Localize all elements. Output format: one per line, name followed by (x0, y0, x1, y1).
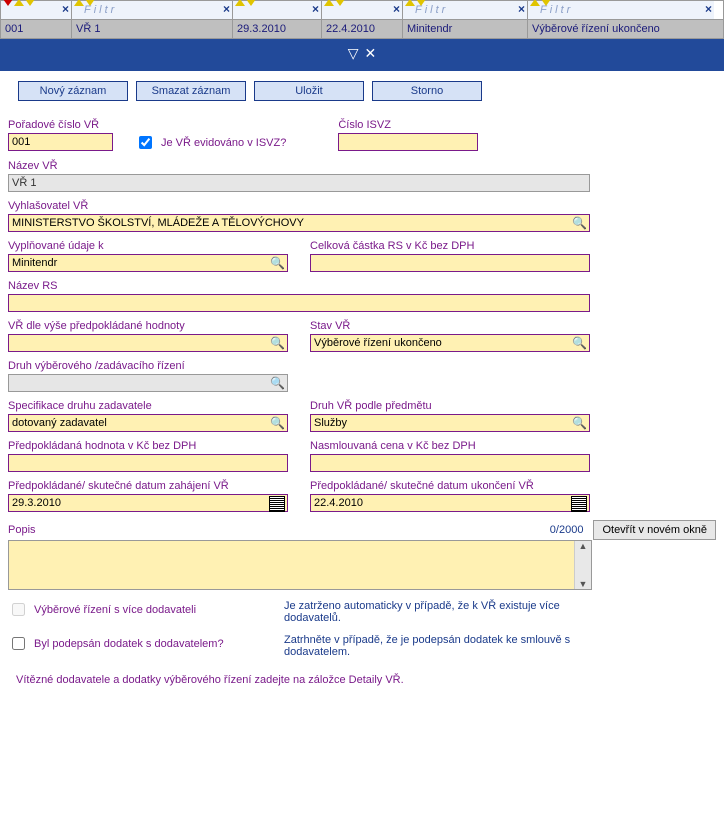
filter-col-1[interactable]: Filtr × (72, 1, 233, 19)
datum-zahajeni-label: Předpokládané/ skutečné datum zahájení V… (8, 480, 288, 492)
vice-dodavatelu-note: Je zatrženo automaticky v případě, že k … (284, 600, 584, 624)
lookup-icon[interactable]: 🔍 (572, 336, 587, 350)
stav-input[interactable]: Výběrové řízení ukončeno 🔍 (310, 334, 590, 352)
sort-icons[interactable] (235, 0, 257, 6)
cancel-button[interactable]: Storno (372, 81, 482, 101)
celkova-label: Celková částka RS v Kč bez DPH (310, 240, 590, 252)
spec-label: Specifikace druhu zadavatele (8, 400, 288, 412)
cell-udaje: Minitendr (403, 20, 528, 38)
vr-hodnoty-label: VŘ dle výše předpokládané hodnoty (8, 320, 288, 332)
sort-icons[interactable] (530, 0, 552, 6)
cell-stav: Výběrové řízení ukončeno (528, 20, 714, 38)
new-button[interactable]: Nový záznam (18, 81, 128, 101)
delete-button[interactable]: Smazat záznam (136, 81, 246, 101)
clear-filter-icon[interactable]: × (223, 2, 230, 16)
footer-note: Vítězné dodavatele a dodatky výběrového … (16, 674, 716, 686)
grid-footer-bar: ▽ ✕ (0, 39, 724, 71)
dodatek-note: Zatrhněte v případě, že je podepsán doda… (284, 634, 584, 658)
dodatek-checkbox[interactable] (12, 637, 25, 650)
sort-icons[interactable] (74, 0, 96, 6)
dodatek-label: Byl podepsán dodatek s dodavatelem? (34, 638, 224, 650)
popis-open-button[interactable]: Otevřít v novém okně (593, 520, 716, 540)
nazev-vr-label: Název VŘ (8, 160, 590, 172)
scroll-down-icon[interactable]: ▼ (579, 579, 588, 589)
druh-predmet-label: Druh VŘ podle předmětu (310, 400, 590, 412)
clear-filter-icon[interactable]: × (393, 2, 400, 16)
druh-rizeni-input: 🔍 (8, 374, 288, 392)
scroll-up-icon[interactable]: ▲ (579, 541, 588, 551)
nazev-vr-input: VŘ 1 (8, 174, 590, 192)
predpokladana-input[interactable] (8, 454, 288, 472)
save-button[interactable]: Uložit (254, 81, 364, 101)
scrollbar[interactable]: ▲▼ (574, 541, 591, 589)
lookup-icon[interactable]: 🔍 (270, 376, 285, 390)
spec-input[interactable]: dotovaný zadavatel 🔍 (8, 414, 288, 432)
vyhlasovatel-label: Vyhlašovatel VŘ (8, 200, 590, 212)
vyhlasovatel-input[interactable]: MINISTERSTVO ŠKOLSTVÍ, MLÁDEŽE A TĚLOVÝC… (8, 214, 590, 232)
udaje-input[interactable]: Minitendr 🔍 (8, 254, 288, 272)
predpokladana-label: Předpokládaná hodnota v Kč bez DPH (8, 440, 288, 452)
cell-ukonceni: 22.4.2010 (322, 20, 403, 38)
poradove-input[interactable]: 001 (8, 133, 113, 151)
lookup-icon[interactable]: 🔍 (572, 216, 587, 230)
sort-icons[interactable] (405, 0, 427, 6)
datum-ukonceni-label: Předpokládané/ skutečné datum ukončení V… (310, 480, 590, 492)
stav-label: Stav VŘ (310, 320, 590, 332)
funnel-icon[interactable]: ▽ (348, 45, 359, 62)
nazev-rs-input[interactable] (8, 294, 590, 312)
filter-col-0[interactable]: × (1, 1, 72, 19)
nasmlouvana-input[interactable] (310, 454, 590, 472)
toolbar: Nový záznam Smazat záznam Uložit Storno (18, 81, 724, 101)
lookup-icon[interactable]: 🔍 (270, 416, 285, 430)
filter-col-4[interactable]: Filtr × (403, 1, 528, 19)
clear-filter-icon[interactable]: × (62, 2, 69, 16)
filter-col-5[interactable]: Filtr × (528, 1, 714, 19)
isvz-check-label: Je VŘ evidováno v ISVZ? (161, 137, 286, 149)
clear-icon[interactable]: ✕ (365, 45, 377, 62)
cislo-isvz-input[interactable] (338, 133, 478, 151)
popis-counter: 0/2000 (550, 524, 584, 536)
lookup-icon[interactable]: 🔍 (572, 416, 587, 430)
calendar-icon[interactable] (571, 496, 587, 512)
clear-filter-icon[interactable]: × (312, 2, 319, 16)
filter-col-3[interactable]: × (322, 1, 403, 19)
cell-nazev: VŘ 1 (72, 20, 233, 38)
calendar-icon[interactable] (269, 496, 285, 512)
filter-col-2[interactable]: × (233, 1, 322, 19)
grid-data-row[interactable]: 001 VŘ 1 29.3.2010 22.4.2010 Minitendr V… (0, 20, 724, 39)
clear-filter-icon[interactable]: × (705, 2, 712, 16)
isvz-checkbox[interactable] (139, 136, 152, 149)
popis-label: Popis (8, 524, 36, 536)
celkova-input[interactable] (310, 254, 590, 272)
nazev-rs-label: Název RS (8, 280, 590, 292)
clear-filter-icon[interactable]: × (518, 2, 525, 16)
poradove-label: Pořadové číslo VŘ (8, 119, 113, 131)
udaje-label: Vyplňované údaje k (8, 240, 288, 252)
druh-rizeni-label: Druh výběrového /zadávacího řízení (8, 360, 288, 372)
sort-icons[interactable] (3, 0, 36, 6)
cell-zahajeni: 29.3.2010 (233, 20, 322, 38)
cell-poradove: 001 (1, 20, 72, 38)
vr-hodnoty-input[interactable]: 🔍 (8, 334, 288, 352)
cislo-isvz-label: Číslo ISVZ (338, 119, 478, 131)
sort-icons[interactable] (324, 0, 346, 6)
nasmlouvana-label: Nasmlouvaná cena v Kč bez DPH (310, 440, 590, 452)
druh-predmet-input[interactable]: Služby 🔍 (310, 414, 590, 432)
lookup-icon[interactable]: 🔍 (270, 256, 285, 270)
grid-filter-row: × Filtr × × × Filtr × Filtr × (0, 0, 724, 20)
vice-dodavatelu-checkbox (12, 603, 25, 616)
datum-zahajeni-input[interactable]: 29.3.2010 (8, 494, 288, 512)
lookup-icon[interactable]: 🔍 (270, 336, 285, 350)
datum-ukonceni-input[interactable]: 22.4.2010 (310, 494, 590, 512)
vice-dodavatelu-label: Výběrové řízení s více dodavateli (34, 604, 196, 616)
popis-textarea[interactable]: ▲▼ (8, 540, 592, 590)
